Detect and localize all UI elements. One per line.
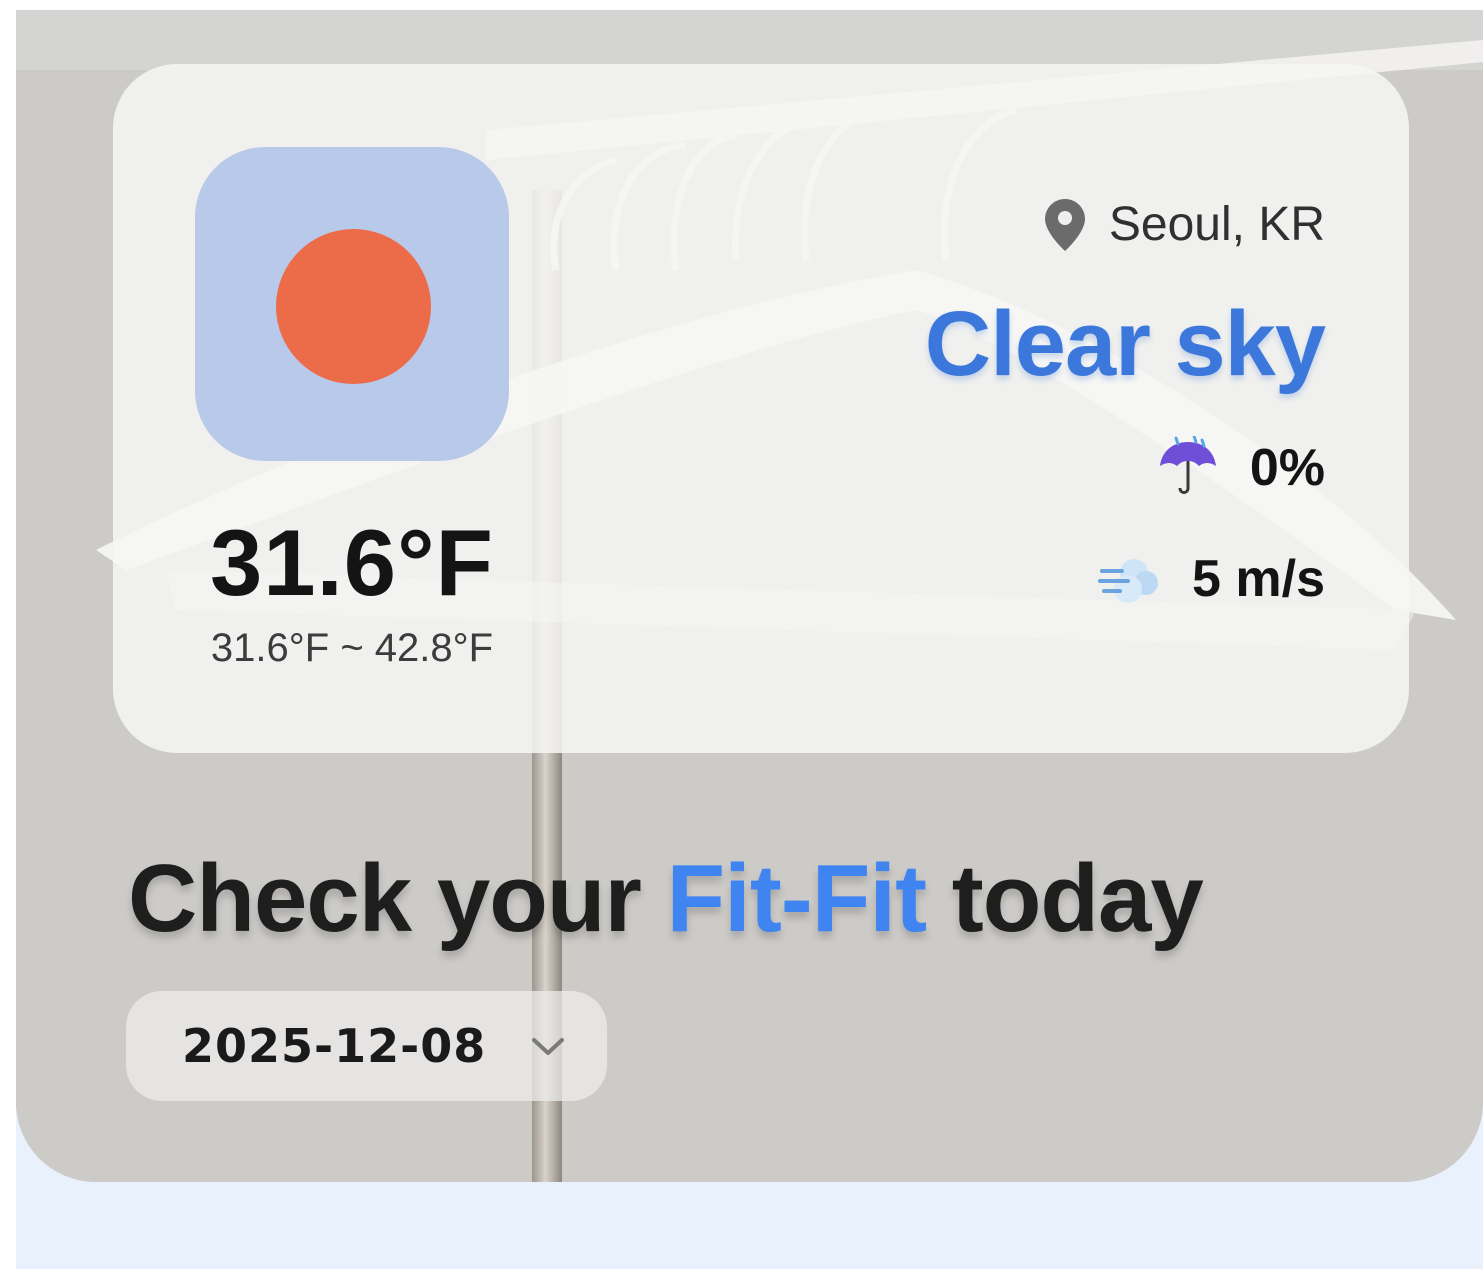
chevron-down-icon: [532, 1038, 565, 1055]
hero-banner: 31.6°F 31.6°F ~ 42.8°F Seoul, KR Clear s…: [16, 10, 1483, 1182]
current-temperature: 31.6°F: [210, 510, 494, 615]
date-select[interactable]: 2025-12-08: [126, 991, 607, 1101]
headline-suffix: today: [951, 845, 1204, 952]
page-headline: Check your Fit-Fit today: [128, 844, 1204, 954]
headline-prefix: Check your: [128, 845, 642, 952]
weather-card: 31.6°F 31.6°F ~ 42.8°F Seoul, KR Clear s…: [113, 64, 1409, 753]
precipitation-stat: 0%: [1156, 436, 1325, 500]
precipitation-value: 0%: [1249, 439, 1325, 497]
location-pin-icon: [1044, 198, 1085, 251]
app-screen: 31.6°F 31.6°F ~ 42.8°F Seoul, KR Clear s…: [16, 10, 1483, 1269]
weather-icon-tile: [195, 147, 509, 461]
wind-stat: 5 m/s: [1098, 547, 1325, 611]
wind-value: 5 m/s: [1192, 550, 1325, 608]
sun-circle-icon: [276, 229, 431, 384]
headline-brand: Fit-Fit: [666, 845, 928, 952]
temperature-range: 31.6°F ~ 42.8°F: [210, 626, 494, 670]
umbrella-rain-icon: [1159, 436, 1216, 494]
location-label: Seoul, KR: [1108, 198, 1325, 251]
wind-gust-icon: [1098, 559, 1159, 603]
weather-condition: Clear sky: [924, 293, 1326, 395]
location: Seoul, KR: [1044, 197, 1325, 252]
page: 31.6°F 31.6°F ~ 42.8°F Seoul, KR Clear s…: [0, 0, 1483, 1269]
date-select-value: 2025-12-08: [182, 1019, 487, 1073]
